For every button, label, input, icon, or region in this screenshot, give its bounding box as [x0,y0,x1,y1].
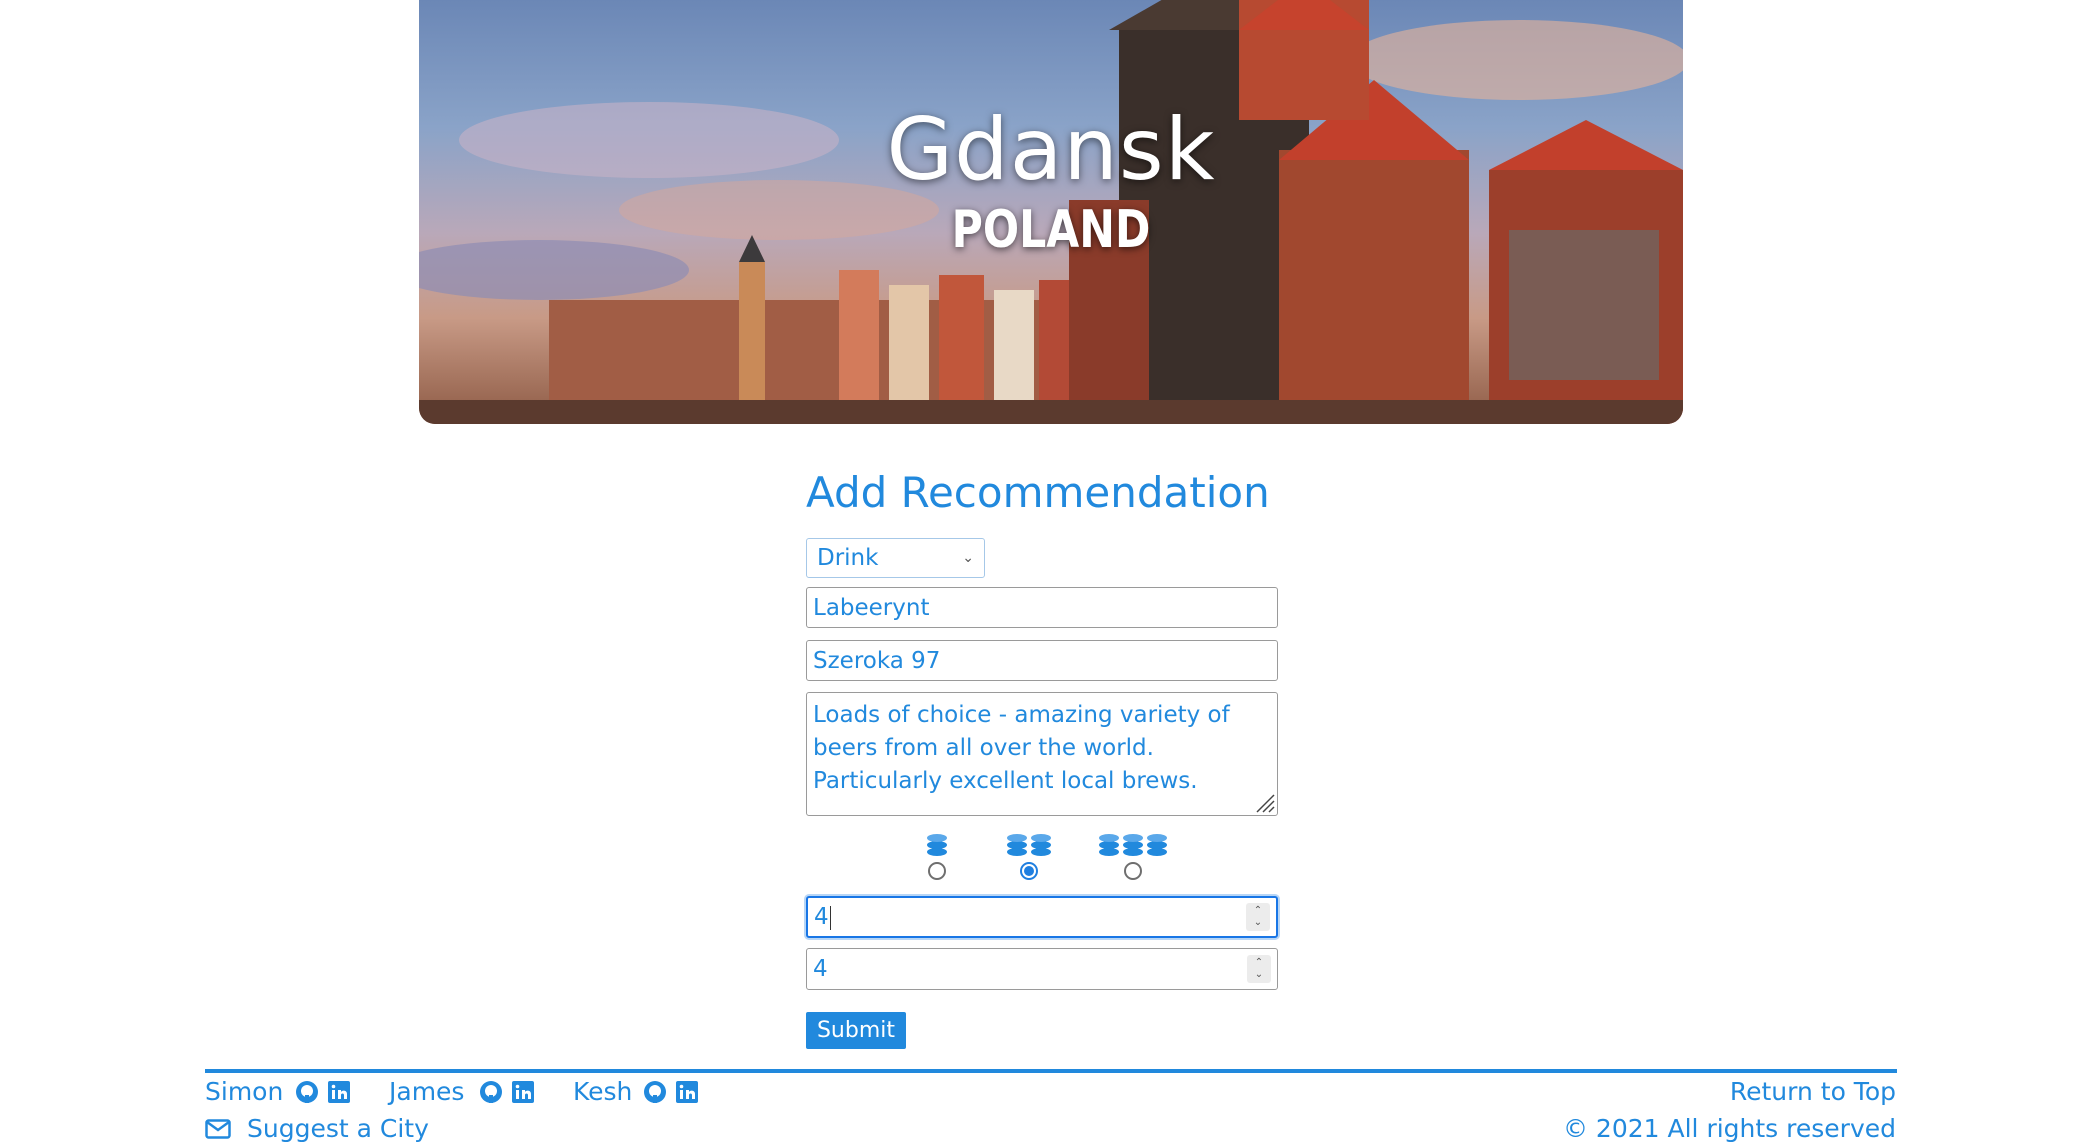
price-radio-1[interactable] [928,862,946,880]
envelope-icon [205,1118,231,1139]
linkedin-icon[interactable] [675,1080,699,1104]
github-icon[interactable] [295,1080,319,1104]
place-name-input[interactable]: Labeerynt [806,587,1278,628]
number-stepper[interactable]: ⌃ ⌄ [1246,903,1270,931]
price-option-3[interactable] [1098,830,1168,880]
coins-icon [1098,830,1168,856]
description-value: Loads of choice - amazing variety of bee… [813,702,1230,794]
address-value: Szeroka 97 [813,647,941,674]
price-level-group [806,830,1278,890]
text-caret [829,905,831,930]
rating-value-1: 4 [814,904,829,930]
category-select-value: Drink [817,545,879,571]
author-kesh: Kesh [573,1077,633,1106]
rating-input-1[interactable]: 4 ⌃ ⌄ [806,896,1278,938]
number-stepper[interactable]: ⌃ ⌄ [1247,955,1271,983]
hero-country-subtitle: POLAND [951,200,1151,260]
coins-icon [1006,830,1052,856]
rating-value-2: 4 [813,956,828,982]
hero-city-title: Gdansk [886,100,1216,200]
form-title: Add Recommendation [806,468,1270,517]
github-icon[interactable] [643,1080,667,1104]
hero-banner: Gdansk POLAND [419,0,1683,424]
price-radio-3[interactable] [1124,862,1142,880]
github-icon[interactable] [479,1080,503,1104]
price-option-1[interactable] [926,830,948,880]
price-radio-2[interactable] [1020,862,1038,880]
coins-icon [926,830,948,856]
author-james: James [389,1077,465,1106]
suggest-city-link[interactable]: Suggest a City [205,1114,429,1143]
price-option-2[interactable] [1006,830,1052,880]
suggest-city-label: Suggest a City [247,1114,429,1143]
submit-button[interactable]: Submit [806,1012,906,1049]
rating-input-2[interactable]: 4 ⌃ ⌄ [806,948,1278,990]
linkedin-icon[interactable] [511,1080,535,1104]
copyright-text: © 2021 All rights reserved [1562,1114,1896,1143]
resize-grip-icon[interactable] [1253,791,1275,813]
chevron-down-icon: ⌄ [962,550,974,566]
author-simon: Simon [205,1077,284,1106]
return-to-top-link[interactable]: Return to Top [1730,1077,1896,1106]
category-select[interactable]: Drink ⌄ [806,538,985,578]
footer-divider [205,1069,1897,1073]
place-name-value: Labeerynt [813,594,930,621]
description-textarea[interactable]: Loads of choice - amazing variety of bee… [806,692,1278,816]
linkedin-icon[interactable] [327,1080,351,1104]
address-input[interactable]: Szeroka 97 [806,640,1278,681]
